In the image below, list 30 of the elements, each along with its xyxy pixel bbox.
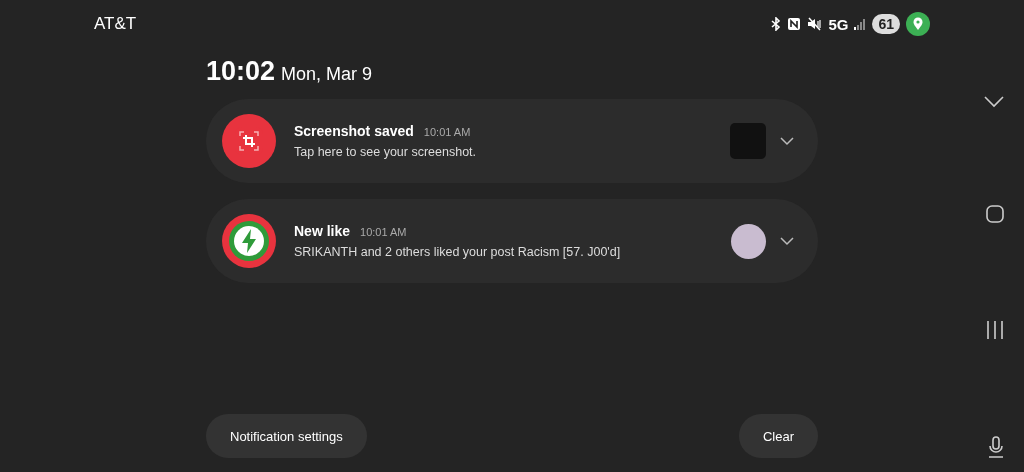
notification-time: 10:01 AM	[360, 226, 407, 238]
battery-level: 61	[872, 14, 900, 34]
mute-icon	[807, 17, 823, 31]
nfc-icon	[787, 17, 802, 31]
location-icon	[906, 12, 930, 36]
expand-icon[interactable]	[780, 236, 794, 246]
app-icon	[222, 114, 276, 168]
expand-icon[interactable]	[780, 136, 794, 146]
clock-time: 10:02	[206, 56, 276, 87]
notification-card[interactable]: Screenshot saved 10:01 AM Tap here to see your screenshot.	[206, 99, 818, 183]
notification-card[interactable]: New like 10:01 AM SRIKANTH and 2 others liked your post Racism [57. J00'd]	[206, 199, 818, 283]
home-icon[interactable]	[986, 205, 1004, 224]
collapse-icon[interactable]	[984, 96, 1004, 108]
network-type: 5G	[828, 15, 849, 33]
notification-title: New like	[294, 223, 351, 239]
notification-settings-button[interactable]: Notification settings	[206, 414, 367, 458]
carrier-name: AT&T	[94, 14, 137, 34]
recents-icon[interactable]	[986, 320, 1004, 339]
notification-text: SRIKANTH and 2 others liked your post Racism [57. J00'd]	[294, 245, 622, 259]
screenshot-thumbnail	[730, 123, 766, 159]
notification-time: 10:01 AM	[423, 126, 471, 138]
notification-text: Tap here to see your screenshot.	[294, 145, 478, 159]
app-icon	[222, 214, 276, 268]
microphone-icon[interactable]	[988, 436, 1004, 458]
signal-icon	[854, 18, 867, 30]
clock-date: Mon, Mar 9	[281, 64, 373, 85]
avatar-placeholder	[731, 223, 766, 259]
clear-button[interactable]: Clear	[738, 414, 818, 458]
notification-title: Screenshot saved	[294, 123, 414, 139]
bluetooth-icon	[771, 17, 782, 31]
